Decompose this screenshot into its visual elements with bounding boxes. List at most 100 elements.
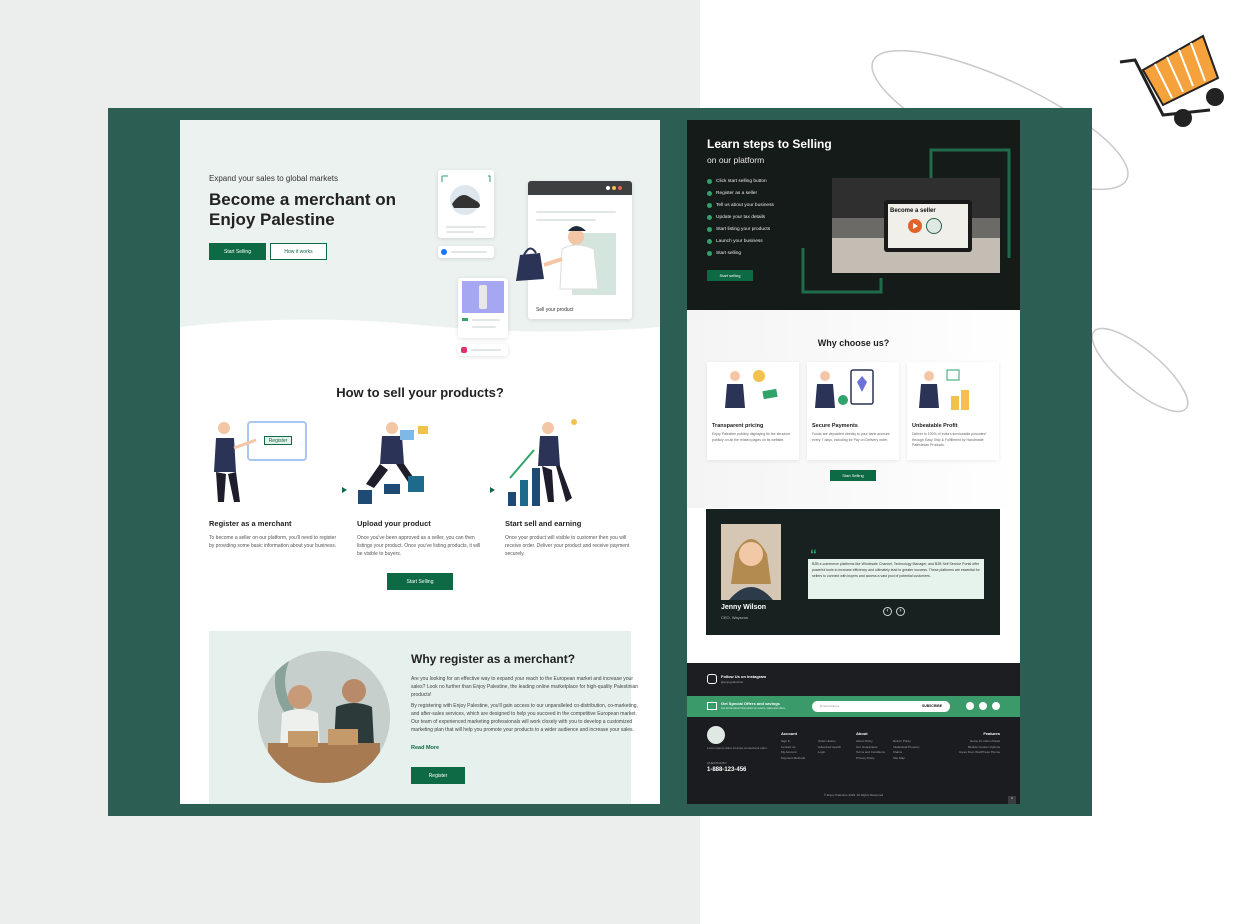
earning-illustration — [508, 419, 577, 506]
feature-desc: Enjoy Palestine publicly displaying its … — [712, 432, 791, 442]
start-selling-why-button[interactable]: Start Selling — [830, 470, 876, 481]
product-card-shoe — [438, 170, 494, 238]
subscribe-sub: Get all the latest information on events… — [721, 707, 786, 710]
step-arrow-1 — [342, 487, 347, 493]
step-2-desc: Once you've been approved as a seller, y… — [357, 535, 481, 557]
tree-logo-icon[interactable] — [707, 726, 725, 744]
footer-about-text: Lorem ipsum dolor sit amet consectetur e… — [707, 746, 768, 750]
tree-logo-icon — [926, 218, 942, 234]
footer-features-title: Features — [983, 731, 1000, 736]
mail-icon — [707, 702, 717, 710]
footer-link[interactable]: Impex Dom WordPress Theme — [959, 750, 1000, 756]
why-register-paragraph-1: Are you looking for an effective way to … — [411, 676, 639, 698]
check-icon — [707, 203, 712, 208]
why-choose-section: Why choose us? Transparent pricing Enjoy… — [687, 310, 1020, 508]
footer-phone[interactable]: 1-888-123-456 — [707, 767, 746, 773]
testimonial-photo — [721, 524, 781, 600]
storefront-card: Sell your product — [516, 181, 632, 319]
step-2-title: Upload your product — [357, 519, 431, 528]
check-icon — [707, 239, 712, 244]
upload-illustration — [358, 422, 428, 504]
why-register-text: Are you looking for an effective way to … — [411, 676, 643, 735]
footer-link[interactable]: Login — [818, 750, 825, 756]
facebook-icon[interactable] — [966, 702, 974, 710]
why-choose-title: Why choose us? — [817, 338, 890, 348]
feature-desc: Deliver to 100% of India's serviceable p… — [912, 432, 987, 447]
email-input[interactable]: Email Address SUBSCRIBE — [812, 701, 950, 712]
checklist-item: Start listing your products — [707, 227, 770, 232]
checklist-item: Launch your business — [707, 239, 763, 244]
feature-card: Unbeatable Profit Deliver to 100% of Ind… — [907, 362, 999, 460]
checklist-item: Tell us about your business — [707, 203, 774, 208]
subscribe-button[interactable]: SUBSCRIBE — [922, 704, 942, 708]
step-3-desc: Once your product will visible to custom… — [505, 535, 630, 557]
email-placeholder: Email Address — [820, 704, 840, 708]
checklist-item: Start selling — [707, 251, 741, 256]
copyright: © Enjoy Palestine 2023. All Rights Reser… — [823, 793, 884, 797]
step-1-title: Register as a merchant — [209, 519, 292, 528]
start-selling-dark-button[interactable]: Start selling — [707, 270, 753, 281]
footer-account-title: Account — [781, 731, 797, 736]
linkedin-icon[interactable] — [992, 702, 1000, 710]
instagram-banner: Follow Us on Instagram @enjoypalestine — [687, 663, 1020, 696]
feature-card: Secure Payments Funds are deposited dire… — [807, 362, 899, 460]
read-more-link[interactable]: Read More — [411, 745, 439, 751]
product-card-bottle — [458, 278, 508, 338]
secure-payments-illustration — [815, 369, 874, 408]
check-icon — [707, 179, 712, 184]
check-icon — [707, 191, 712, 196]
subscribe-title: Get Special Offers and savings — [721, 701, 780, 706]
why-register-section: Why register as a merchant? Are you look… — [209, 631, 638, 804]
footer-link[interactable]: Privacy Policy — [856, 756, 875, 762]
merchant-landing-page: Expand your sales to global markets Beco… — [180, 120, 660, 804]
quote-icon: “ — [810, 546, 817, 562]
testimonial-role: CEO, Wayscus — [721, 615, 748, 620]
check-icon — [707, 227, 712, 232]
video-title-text: Become a seller — [890, 208, 936, 214]
feature-desc: Funds are deposited directly to your ban… — [812, 432, 890, 442]
merchant-photo — [258, 651, 390, 783]
pricing-illustration — [725, 370, 778, 408]
why-register-paragraph-2: By registering with Enjoy Palestine, you… — [411, 703, 638, 733]
register-button[interactable]: Register — [411, 767, 465, 784]
checklist-item: Click start selling button — [707, 179, 767, 184]
step-arrow-2 — [490, 487, 495, 493]
start-selling-mid-button[interactable]: Start Selling — [387, 573, 453, 590]
twitter-icon[interactable] — [979, 702, 987, 710]
instagram-handle: @enjoypalestine — [721, 680, 744, 684]
selling-steps-page: Learn steps to Selling on our platform C… — [687, 120, 1020, 804]
scroll-top-icon[interactable]: ⌃ — [1008, 796, 1016, 804]
footer: Lorem ipsum dolor sit amet consectetur e… — [687, 717, 1020, 804]
facebook-icon — [441, 249, 447, 255]
feature-title: Secure Payments — [812, 423, 858, 429]
feature-card: Transparent pricing Enjoy Palestine publ… — [707, 362, 799, 460]
profit-illustration — [919, 369, 969, 410]
footer-phone-label: QUESTIONS? — [707, 761, 727, 765]
footer-link[interactable]: Site Map — [893, 756, 905, 762]
start-selling-button[interactable]: Start Selling — [209, 243, 266, 260]
seller-illustration — [516, 226, 599, 290]
footer-about-title: About — [856, 731, 868, 736]
learn-steps-section: Learn steps to Selling on our platform C… — [687, 120, 1020, 310]
feature-title: Unbeatable Profit — [912, 423, 958, 429]
feature-title: Transparent pricing — [712, 423, 764, 429]
shopping-cart-icon — [1119, 34, 1224, 127]
next-arrow-icon[interactable]: › — [896, 607, 905, 616]
prev-arrow-icon[interactable]: ‹ — [883, 607, 892, 616]
step-3-title: Start sell and earning — [505, 519, 582, 528]
hero-title: Become a merchant on Enjoy Palestine — [209, 190, 397, 229]
step-1-desc: To become a seller on our platform, you'… — [209, 535, 337, 549]
why-register-title: Why register as a merchant? — [411, 652, 576, 666]
checklist-item: Register as a seller — [707, 191, 757, 196]
instagram-icon[interactable] — [707, 674, 717, 684]
instagram-chip — [458, 344, 508, 356]
video-thumbnail[interactable]: Become a seller — [832, 178, 1000, 273]
register-illustration — [214, 421, 307, 502]
sell-card-caption: Sell your product — [536, 307, 574, 313]
footer-link[interactable]: Payment Methods — [781, 756, 805, 762]
how-to-sell-title: How to sell your products? — [336, 385, 504, 400]
testimonial-card: Jenny Wilson CEO, Wayscus “ B2B e-commer… — [706, 509, 1000, 635]
how-it-works-button[interactable]: How it works — [270, 243, 327, 260]
instagram-title: Follow Us on Instagram — [721, 674, 767, 679]
testimonial-name: Jenny Wilson — [721, 604, 767, 611]
